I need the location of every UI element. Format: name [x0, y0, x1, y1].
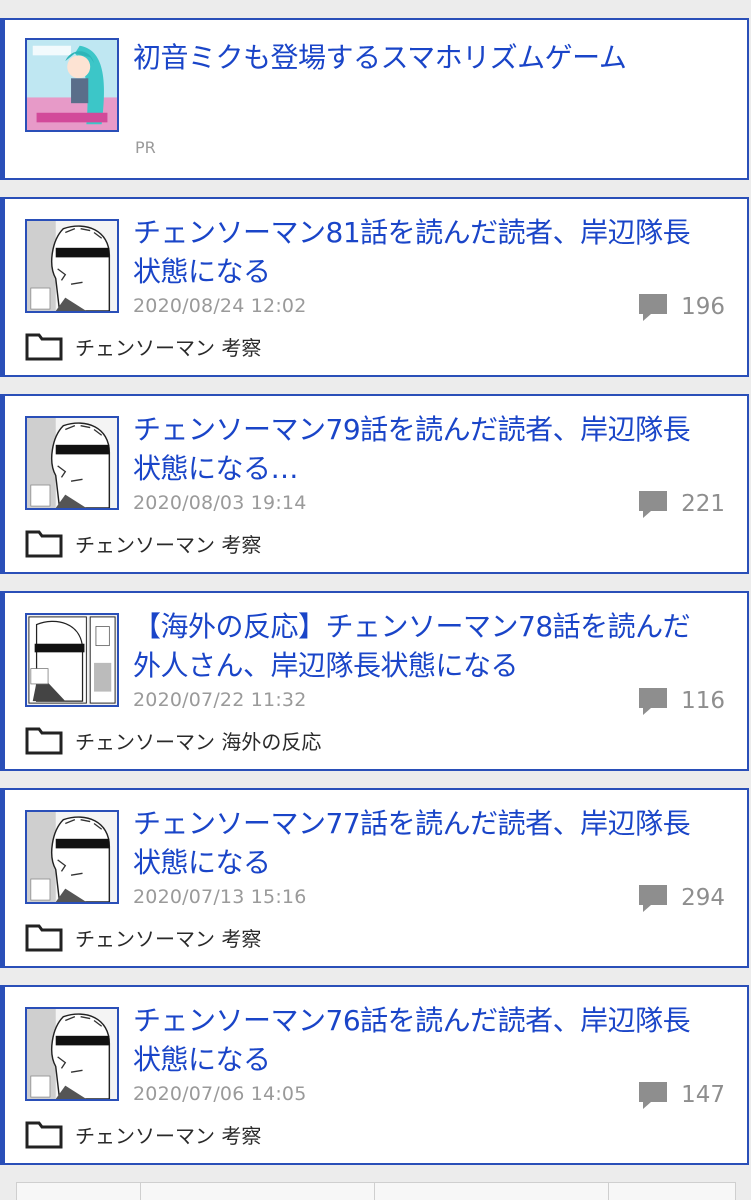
- speech-bubble-icon: [639, 294, 668, 321]
- pagination-bar[interactable]: [16, 1182, 736, 1200]
- article-title[interactable]: チェンソーマン79話を読んだ読者、岸辺隊長 状態になる…: [133, 410, 733, 488]
- article-thumbnail[interactable]: [25, 810, 119, 904]
- pagination-cell[interactable]: [17, 1183, 141, 1200]
- article-category[interactable]: チェンソーマン 考察: [25, 1119, 261, 1149]
- manga-panel-image: [27, 615, 117, 705]
- pagination-cell[interactable]: [141, 1183, 375, 1200]
- article-title[interactable]: チェンソーマン81話を読んだ読者、岸辺隊長 状態になる: [133, 213, 733, 291]
- manga-panel-image: [27, 812, 117, 902]
- comment-count-value: 196: [681, 294, 725, 320]
- category-label[interactable]: チェンソーマン 考察: [75, 1120, 261, 1149]
- category-label[interactable]: チェンソーマン 考察: [75, 332, 261, 361]
- comment-count[interactable]: 147: [637, 1079, 725, 1111]
- article-card[interactable]: 【海外の反応】チェンソーマン78話を読んだ 外人さん、岸辺隊長状態になる 202…: [0, 591, 749, 771]
- manga-panel-image: [27, 221, 117, 311]
- article-thumbnail[interactable]: [25, 1007, 119, 1101]
- article-date: 2020/08/24 12:02: [133, 295, 307, 317]
- category-label[interactable]: チェンソーマン 海外の反応: [75, 726, 321, 755]
- comment-count[interactable]: 196: [637, 291, 725, 323]
- comment-count-value: 116: [681, 688, 725, 714]
- article-card[interactable]: チェンソーマン79話を読んだ読者、岸辺隊長 状態になる… 2020/08/03 …: [0, 394, 749, 574]
- comment-count-value: 294: [681, 885, 725, 911]
- speech-bubble-icon: [639, 1082, 668, 1109]
- article-card[interactable]: チェンソーマン77話を読んだ読者、岸辺隊長 状態になる 2020/07/13 1…: [0, 788, 749, 968]
- comment-count-value: 221: [681, 491, 725, 517]
- article-title[interactable]: チェンソーマン77話を読んだ読者、岸辺隊長 状態になる: [133, 804, 733, 882]
- article-card[interactable]: チェンソーマン81話を読んだ読者、岸辺隊長 状態になる 2020/08/24 1…: [0, 197, 749, 377]
- article-category[interactable]: チェンソーマン 考察: [25, 331, 261, 361]
- ad-card[interactable]: 初音ミクも登場するスマホリズムゲーム PR: [0, 18, 749, 180]
- comment-count[interactable]: 116: [637, 685, 725, 717]
- article-date: 2020/07/06 14:05: [133, 1083, 307, 1105]
- article-category[interactable]: チェンソーマン 考察: [25, 528, 261, 558]
- ad-title[interactable]: 初音ミクも登場するスマホリズムゲーム: [133, 38, 733, 77]
- article-category[interactable]: チェンソーマン 考察: [25, 922, 261, 952]
- article-date: 2020/07/13 15:16: [133, 886, 307, 908]
- category-label[interactable]: チェンソーマン 考察: [75, 923, 261, 952]
- speech-bubble-icon: [639, 688, 668, 715]
- pagination-cell[interactable]: [375, 1183, 609, 1200]
- article-date: 2020/08/03 19:14: [133, 492, 307, 514]
- article-title[interactable]: チェンソーマン76話を読んだ読者、岸辺隊長 状態になる: [133, 1001, 733, 1079]
- folder-icon: [25, 1121, 63, 1149]
- article-thumbnail[interactable]: [25, 219, 119, 313]
- comment-count[interactable]: 221: [637, 488, 725, 520]
- folder-icon: [25, 530, 63, 558]
- speech-bubble-icon: [639, 885, 668, 912]
- category-label[interactable]: チェンソーマン 考察: [75, 529, 261, 558]
- folder-icon: [25, 924, 63, 952]
- game-banner-image: [27, 40, 117, 130]
- manga-panel-image: [27, 1009, 117, 1099]
- article-thumbnail[interactable]: [25, 416, 119, 510]
- article-date: 2020/07/22 11:32: [133, 689, 307, 711]
- pagination-cell[interactable]: [609, 1183, 735, 1200]
- manga-panel-image: [27, 418, 117, 508]
- ad-thumbnail[interactable]: [25, 38, 119, 132]
- article-thumbnail[interactable]: [25, 613, 119, 707]
- article-card[interactable]: チェンソーマン76話を読んだ読者、岸辺隊長 状態になる 2020/07/06 1…: [0, 985, 749, 1165]
- article-category[interactable]: チェンソーマン 海外の反応: [25, 725, 321, 755]
- comment-count-value: 147: [681, 1082, 725, 1108]
- article-title[interactable]: 【海外の反応】チェンソーマン78話を読んだ 外人さん、岸辺隊長状態になる: [133, 607, 733, 685]
- folder-icon: [25, 727, 63, 755]
- pr-label: PR: [135, 138, 156, 157]
- folder-icon: [25, 333, 63, 361]
- speech-bubble-icon: [639, 491, 668, 518]
- comment-count[interactable]: 294: [637, 882, 725, 914]
